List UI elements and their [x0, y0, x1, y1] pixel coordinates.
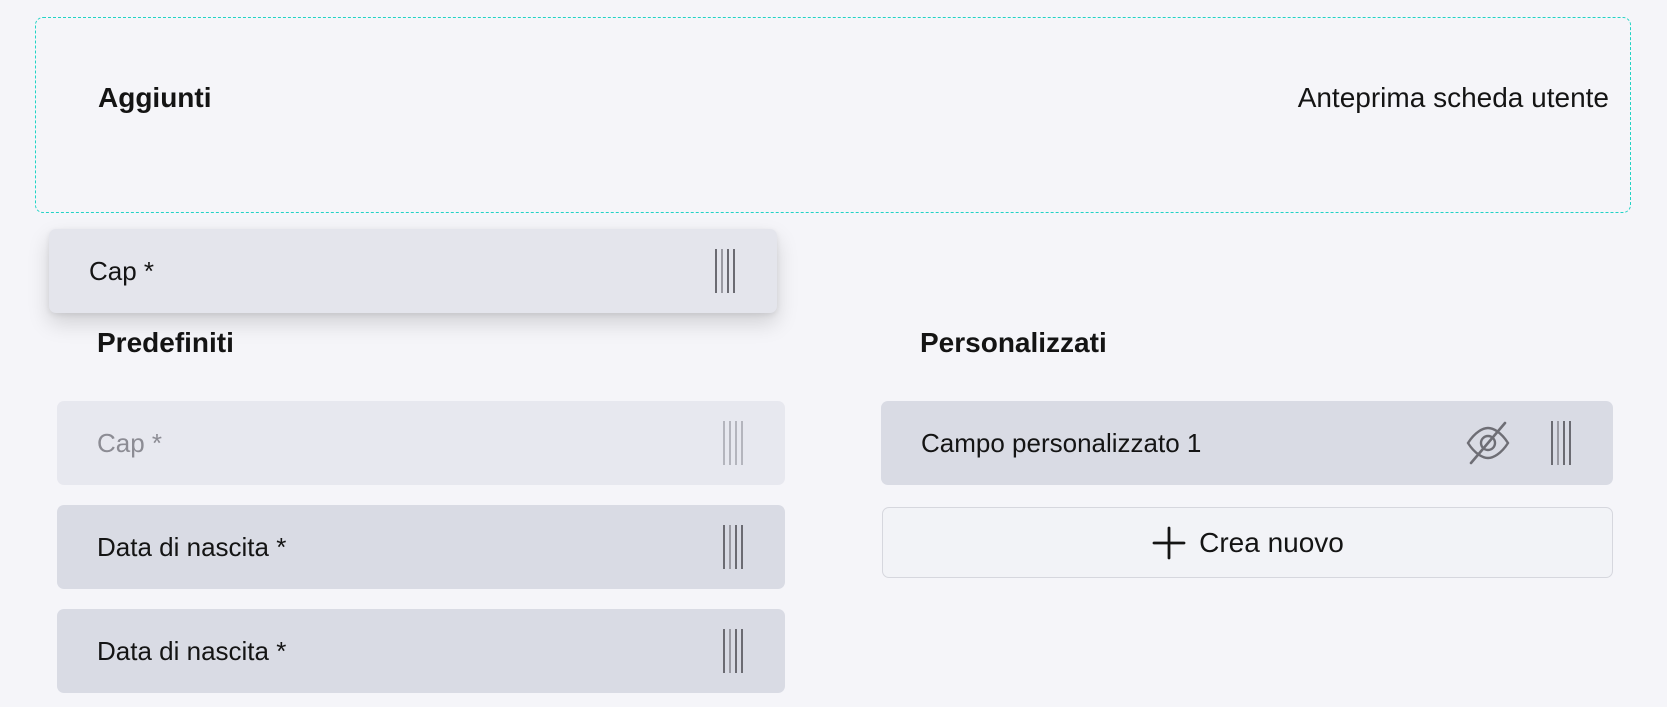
predefined-field-label: Cap * — [97, 427, 163, 458]
create-new-button[interactable]: Crea nuovo — [882, 507, 1613, 578]
drag-handle-icon[interactable] — [723, 525, 743, 569]
custom-field-label: Campo personalizzato 1 — [921, 427, 1202, 458]
user-card-preview-link[interactable]: Anteprima scheda utente — [1298, 82, 1609, 114]
drag-handle-icon[interactable] — [723, 629, 743, 673]
dragging-field-label: Cap * — [89, 255, 155, 286]
drag-handle-icon — [723, 421, 743, 465]
plus-icon — [1152, 526, 1186, 559]
predefined-field-label: Data di nascita * — [97, 531, 287, 562]
dragging-field-card[interactable]: Cap * — [49, 229, 777, 313]
predefined-field-placeholder: Cap * — [57, 401, 785, 485]
added-fields-title: Aggiunti — [98, 82, 212, 113]
drag-handle-icon[interactable] — [1551, 421, 1571, 465]
fields-editor: Aggiunti Anteprima scheda utente Cap * P… — [0, 0, 1667, 707]
predefined-field-card[interactable]: Data di nascita * — [57, 505, 785, 589]
added-fields-dropzone[interactable]: Aggiunti Anteprima scheda utente — [35, 17, 1631, 213]
create-new-label: Crea nuovo — [1199, 526, 1344, 558]
predefined-field-label: Data di nascita * — [97, 635, 287, 666]
predefined-section-title: Predefiniti — [97, 327, 234, 358]
custom-field-card[interactable]: Campo personalizzato 1 — [881, 401, 1613, 485]
drag-handle-icon[interactable] — [715, 249, 735, 293]
eye-off-icon[interactable] — [1463, 419, 1513, 467]
custom-section-title: Personalizzati — [920, 327, 1107, 358]
predefined-field-card[interactable]: Data di nascita * — [57, 609, 785, 693]
